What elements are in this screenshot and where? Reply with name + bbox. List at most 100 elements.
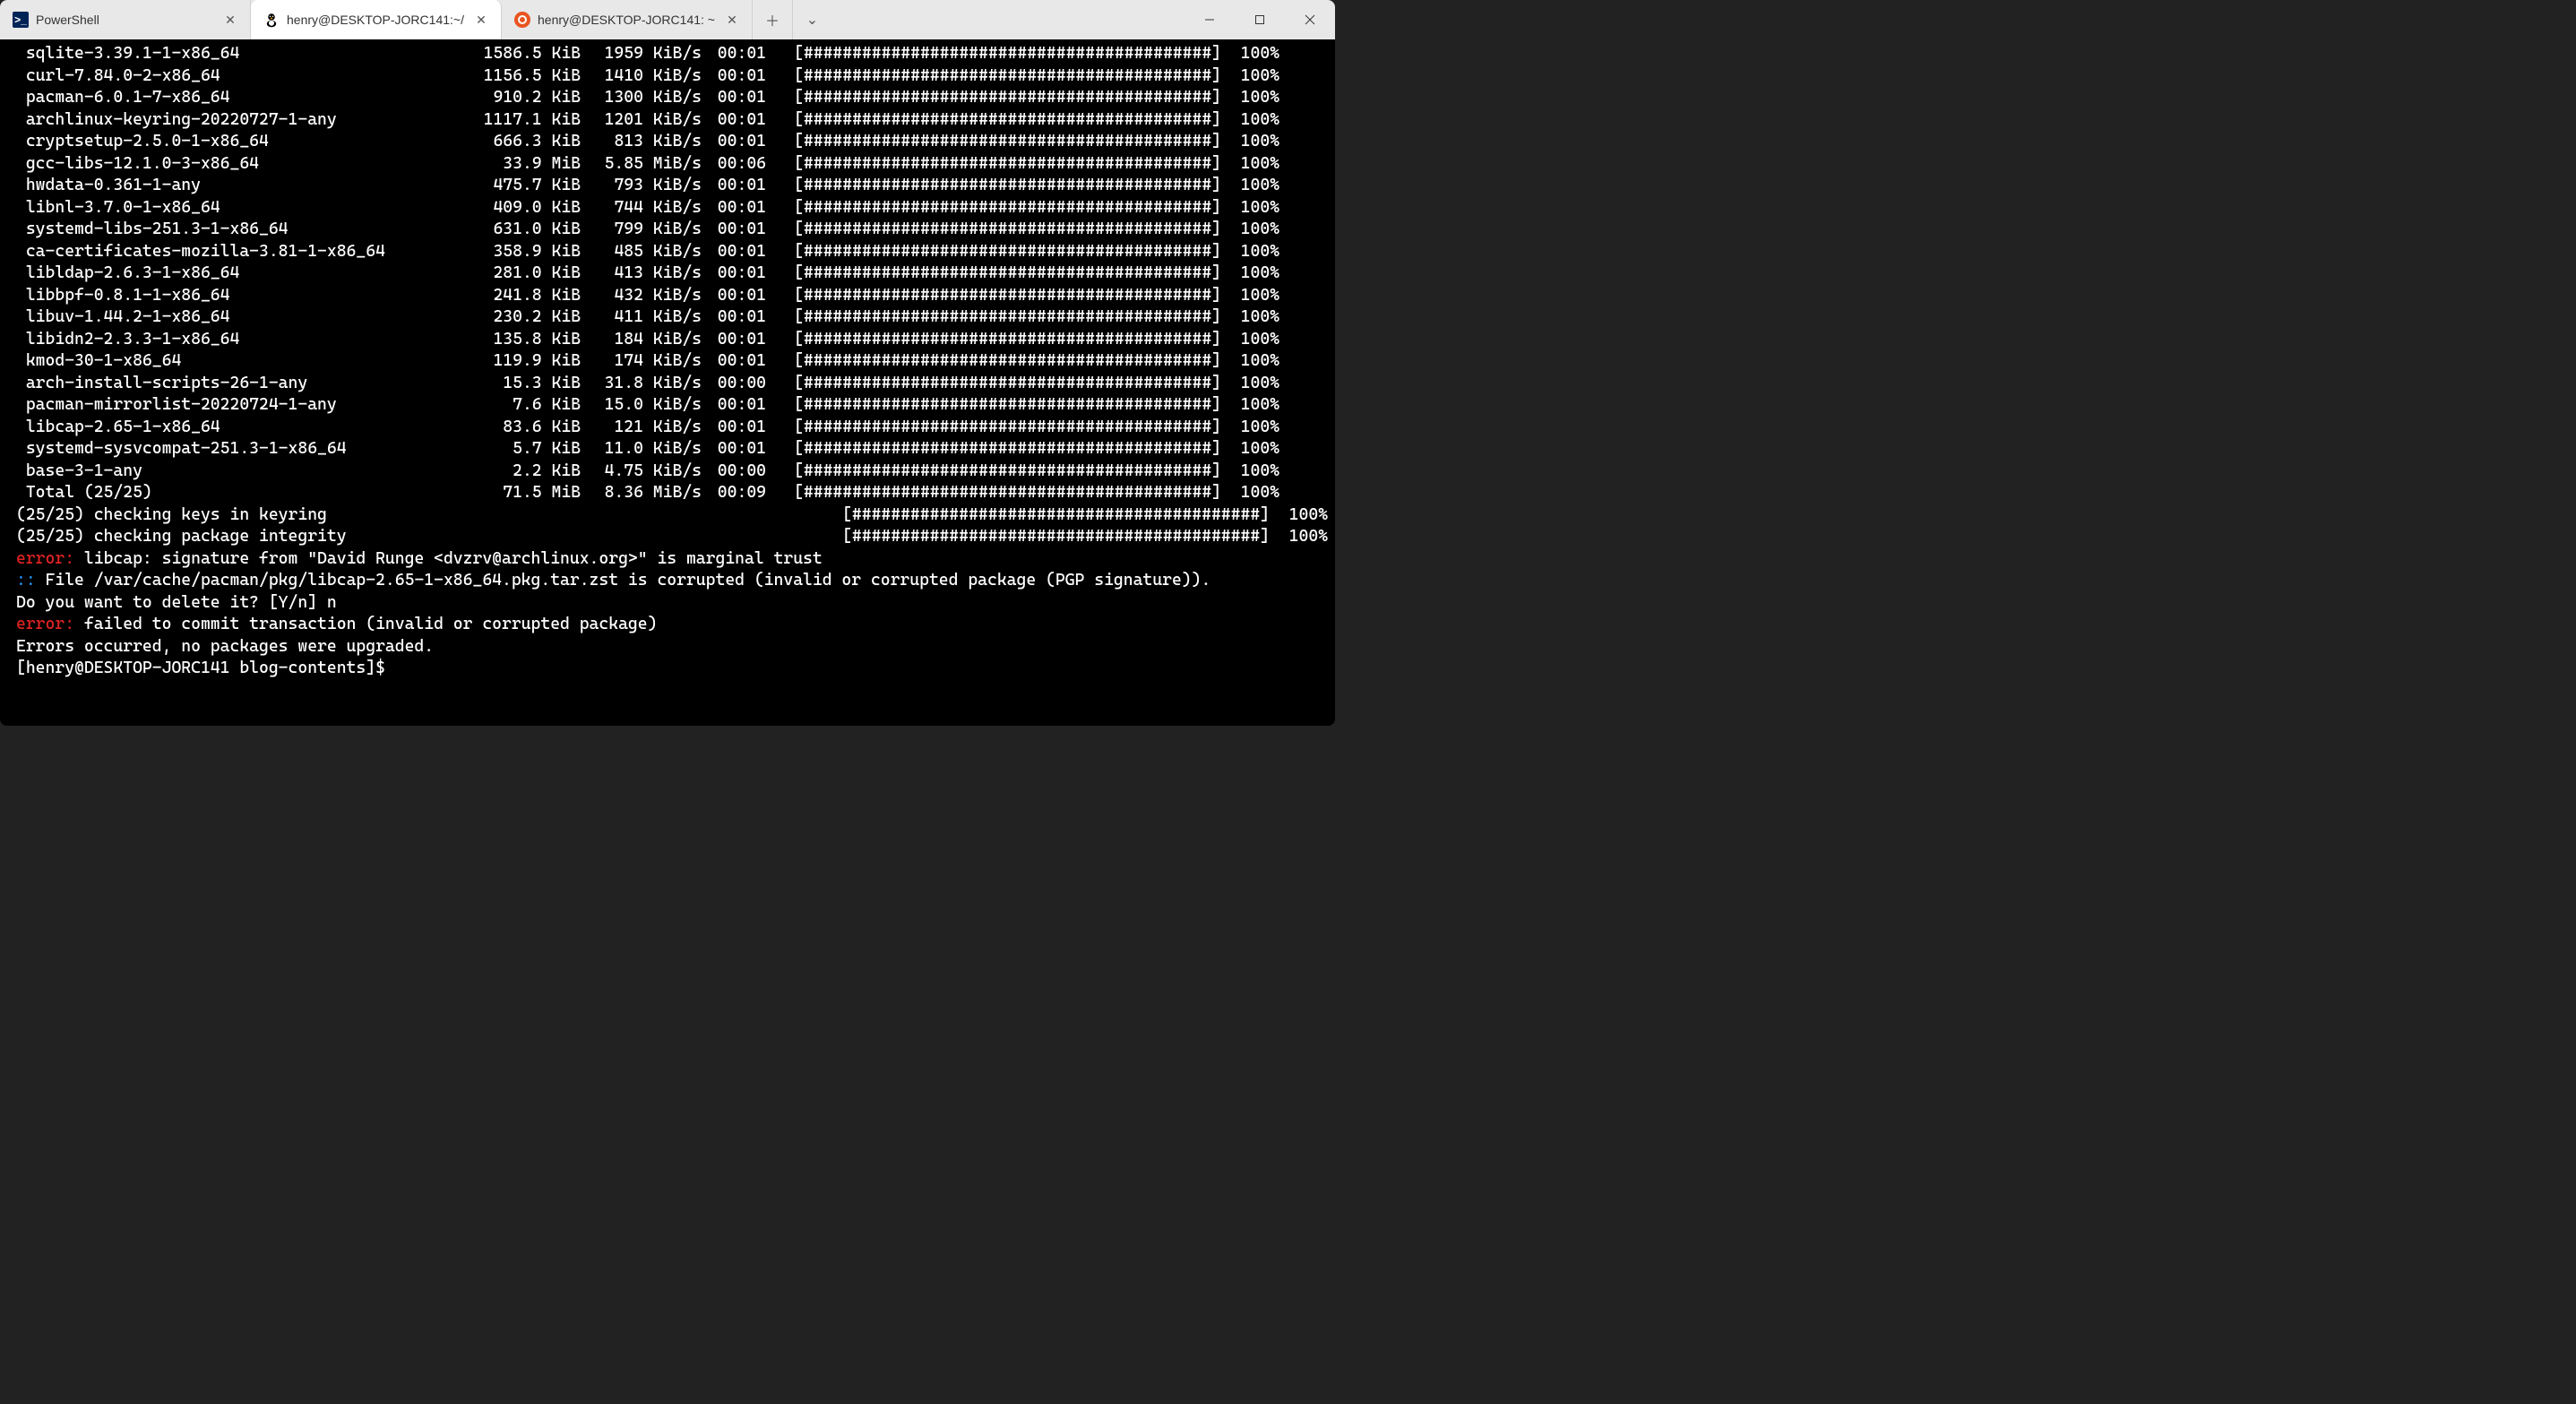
download-size: 1586.5 KiB <box>401 43 581 65</box>
check-label: (25/25) checking package integrity <box>16 526 347 548</box>
download-row: kmod-30-1-x86_64119.9 KiB174 KiB/s00:01[… <box>16 350 1328 373</box>
download-size: 631.0 KiB <box>401 219 581 241</box>
download-time: 00:01 <box>703 87 766 109</box>
download-row: systemd-sysvcompat-251.3-1-x86_645.7 KiB… <box>16 438 1328 461</box>
download-row: libuv-1.44.2-1-x86_64230.2 KiB411 KiB/s0… <box>16 306 1328 329</box>
download-speed: 174 KiB/s <box>581 350 702 373</box>
close-icon[interactable]: ✕ <box>474 13 488 27</box>
download-row: libidn2-2.3.3-1-x86_64135.8 KiB184 KiB/s… <box>16 329 1328 351</box>
close-icon[interactable]: ✕ <box>725 13 739 27</box>
download-time: 00:06 <box>703 153 766 176</box>
close-icon <box>1305 14 1315 25</box>
info-line: :: File /var/cache/pacman/pkg/libcap-2.6… <box>16 570 1328 592</box>
download-speed: 432 KiB/s <box>581 285 702 307</box>
download-time: 00:01 <box>703 219 766 241</box>
download-size: 15.3 KiB <box>401 373 581 395</box>
download-size: 83.6 KiB <box>401 417 581 439</box>
progress-bar: [#######################################… <box>773 263 1221 285</box>
download-time: 00:09 <box>703 482 766 504</box>
progress-percent: 100% <box>1221 438 1279 461</box>
progress-percent: 100% <box>1221 197 1279 220</box>
download-speed: 1201 KiB/s <box>581 109 702 132</box>
progress-bar: [#######################################… <box>773 373 1221 395</box>
package-name: systemd-sysvcompat-251.3-1-x86_64 <box>16 438 401 461</box>
download-size: 2.2 KiB <box>401 461 581 483</box>
download-time: 00:01 <box>703 438 766 461</box>
check-label: (25/25) checking keys in keyring <box>16 504 327 527</box>
download-row: arch-install-scripts-26-1-any15.3 KiB31.… <box>16 373 1328 395</box>
package-name: arch-install-scripts-26-1-any <box>16 373 401 395</box>
progress-percent: 100% <box>1221 65 1279 88</box>
download-size: 666.3 KiB <box>401 131 581 153</box>
download-time: 00:01 <box>703 241 766 263</box>
error-prefix: error: <box>16 549 74 568</box>
download-size: 1117.1 KiB <box>401 109 581 132</box>
progress-bar: [#######################################… <box>822 504 1270 527</box>
maximize-icon <box>1254 14 1265 25</box>
download-speed: 799 KiB/s <box>581 219 702 241</box>
progress-bar: [#######################################… <box>773 350 1221 373</box>
progress-bar: [#######################################… <box>773 43 1221 65</box>
download-size: 119.9 KiB <box>401 350 581 373</box>
download-speed: 411 KiB/s <box>581 306 702 329</box>
download-size: 241.8 KiB <box>401 285 581 307</box>
package-name: libuv-1.44.2-1-x86_64 <box>16 306 401 329</box>
tab-label: henry@DESKTOP-JORC141:~/ <box>287 13 467 27</box>
progress-percent: 100% <box>1270 504 1328 527</box>
progress-percent: 100% <box>1221 241 1279 263</box>
minimize-button[interactable] <box>1185 0 1235 39</box>
download-speed: 1300 KiB/s <box>581 87 702 109</box>
ubuntu-icon <box>514 12 530 28</box>
download-time: 00:01 <box>703 306 766 329</box>
terminal-output[interactable]: sqlite-3.39.1-1-x86_641586.5 KiB1959 KiB… <box>0 39 1335 726</box>
download-time: 00:01 <box>703 131 766 153</box>
progress-bar: [#######################################… <box>773 329 1221 351</box>
info-prefix: :: <box>16 571 36 590</box>
close-window-button[interactable] <box>1285 0 1335 39</box>
download-row: ca-certificates-mozilla-3.81-1-x86_64358… <box>16 241 1328 263</box>
progress-bar: [#######################################… <box>773 153 1221 176</box>
tab-label: PowerShell <box>36 13 216 27</box>
progress-bar: [#######################################… <box>773 394 1221 417</box>
progress-percent: 100% <box>1221 131 1279 153</box>
package-name: libnl-3.7.0-1-x86_64 <box>16 197 401 220</box>
download-time: 00:01 <box>703 329 766 351</box>
package-name: archlinux-keyring-20220727-1-any <box>16 109 401 132</box>
progress-percent: 100% <box>1221 87 1279 109</box>
progress-percent: 100% <box>1221 109 1279 132</box>
download-time: 00:00 <box>703 373 766 395</box>
tab-dropdown-button[interactable]: ⌄ <box>792 0 831 39</box>
download-time: 00:01 <box>703 109 766 132</box>
progress-bar: [#######################################… <box>773 219 1221 241</box>
progress-percent: 100% <box>1221 175 1279 197</box>
download-row: Total (25/25)71.5 MiB8.36 MiB/s00:09[###… <box>16 482 1328 504</box>
progress-bar: [#######################################… <box>773 87 1221 109</box>
tab-ubuntu[interactable]: henry@DESKTOP-JORC141: ~ ✕ <box>502 0 753 39</box>
new-tab-button[interactable]: ＋ <box>753 0 792 39</box>
error-prefix: error: <box>16 615 74 633</box>
tab-arch[interactable]: henry@DESKTOP-JORC141:~/ ✕ <box>251 0 502 39</box>
package-name: libbpf-0.8.1-1-x86_64 <box>16 285 401 307</box>
maximize-button[interactable] <box>1235 0 1285 39</box>
download-size: 281.0 KiB <box>401 263 581 285</box>
package-name: cryptsetup-2.5.0-1-x86_64 <box>16 131 401 153</box>
download-time: 00:00 <box>703 461 766 483</box>
download-size: 135.8 KiB <box>401 329 581 351</box>
download-size: 910.2 KiB <box>401 87 581 109</box>
package-name: ca-certificates-mozilla-3.81-1-x86_64 <box>16 241 401 263</box>
progress-percent: 100% <box>1221 306 1279 329</box>
titlebar: >_ PowerShell ✕ henry@DESKTOP-JORC141:~/… <box>0 0 1335 39</box>
progress-percent: 100% <box>1221 219 1279 241</box>
download-row: hwdata-0.361-1-any475.7 KiB793 KiB/s00:0… <box>16 175 1328 197</box>
download-speed: 31.8 KiB/s <box>581 373 702 395</box>
tab-powershell[interactable]: >_ PowerShell ✕ <box>0 0 251 39</box>
package-name: libidn2-2.3.3-1-x86_64 <box>16 329 401 351</box>
progress-percent: 100% <box>1221 482 1279 504</box>
close-icon[interactable]: ✕ <box>223 13 237 27</box>
progress-percent: 100% <box>1221 263 1279 285</box>
check-row: (25/25) checking keys in keyring [#######… <box>16 504 1328 527</box>
progress-bar: [#######################################… <box>773 306 1221 329</box>
package-name: sqlite-3.39.1-1-x86_64 <box>16 43 401 65</box>
titlebar-drag-area[interactable] <box>831 0 1185 39</box>
download-size: 1156.5 KiB <box>401 65 581 88</box>
